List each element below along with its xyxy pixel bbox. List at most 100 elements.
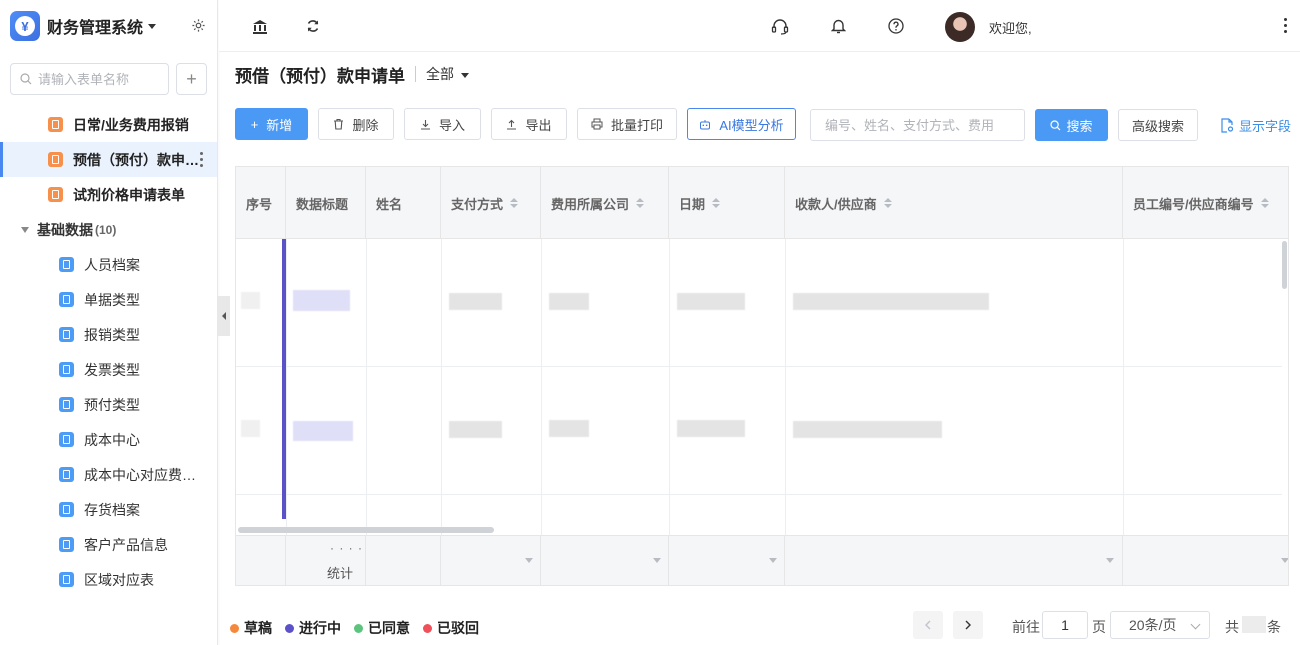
refresh-icon[interactable] — [304, 17, 322, 35]
redacted-cell — [793, 421, 942, 438]
bell-icon[interactable] — [829, 17, 847, 35]
form-search[interactable] — [10, 63, 169, 95]
search-button-label: 搜索 — [1066, 118, 1093, 134]
form-icon — [59, 327, 74, 342]
delete-button-label: 删除 — [352, 117, 379, 133]
caret-down-icon[interactable] — [1106, 558, 1114, 563]
show-fields-label: 显示字段 — [1239, 119, 1292, 134]
more-vertical-icon[interactable] — [1284, 18, 1288, 36]
bank-icon[interactable] — [251, 17, 269, 35]
sidebar-item-label: 预付类型 — [84, 396, 140, 413]
advanced-search-label: 高级搜索 — [1131, 118, 1184, 134]
help-icon[interactable] — [887, 17, 905, 35]
redacted-cell — [449, 293, 502, 310]
sidebar-item-label: 客户产品信息 — [84, 536, 168, 553]
more-vertical-icon[interactable] — [200, 152, 203, 170]
sidebar-item-label: 人员档案 — [84, 256, 140, 273]
sidebar-item-cost-center[interactable]: 成本中心 — [0, 422, 217, 457]
redacted-cell — [241, 292, 260, 309]
sidebar-item-reagent-price[interactable]: 试剂价格申请表单 — [0, 177, 217, 212]
sort-icon[interactable] — [636, 198, 645, 208]
search-button[interactable]: 搜索 — [1035, 109, 1108, 141]
sort-icon[interactable] — [1260, 198, 1269, 208]
form-icon — [59, 537, 74, 552]
page-header: 预借（预付）款申请单 全部 — [235, 62, 469, 86]
sidebar-item-advance-payment[interactable]: 预借（预付）款申请单 — [0, 142, 217, 177]
chevron-right-icon — [965, 620, 971, 630]
vertical-scrollbar[interactable] — [1282, 241, 1287, 289]
sidebar-item-customer-product[interactable]: 客户产品信息 — [0, 527, 217, 562]
form-icon — [59, 397, 74, 412]
top-bar: 欢迎您, — [219, 0, 1300, 52]
title-divider — [415, 66, 416, 82]
sidebar-item-invoice-type[interactable]: 发票类型 — [0, 352, 217, 387]
table-row[interactable] — [236, 367, 1282, 495]
sort-icon[interactable] — [510, 198, 519, 208]
record-search-input[interactable] — [810, 109, 1025, 141]
batch-print-button[interactable]: 批量打印 — [577, 108, 677, 140]
sidebar-group-basic-data[interactable]: 基础数据 (10) — [0, 212, 217, 247]
app-title: 财务管理系统 — [47, 20, 144, 37]
show-fields-link[interactable]: 显示字段 — [1220, 116, 1291, 135]
redacted-cell — [293, 421, 353, 441]
view-filter-select[interactable]: 全部 — [426, 64, 469, 84]
batch-print-button-label: 批量打印 — [610, 117, 663, 133]
table-row[interactable] — [236, 239, 1282, 367]
welcome-text: 欢迎您, — [989, 21, 1032, 36]
gear-icon[interactable] — [191, 18, 206, 33]
import-button[interactable]: 导入 — [404, 108, 481, 140]
advanced-search-button[interactable]: 高级搜索 — [1118, 109, 1198, 141]
new-button-label: 新增 — [266, 117, 293, 133]
next-page-button[interactable] — [953, 611, 983, 639]
sidebar-item-region-mapping[interactable]: 区域对应表 — [0, 562, 217, 597]
form-search-input[interactable] — [38, 71, 163, 87]
column-header-payment-method[interactable]: 支付方式 — [441, 167, 541, 239]
add-form-button[interactable]: + — [176, 63, 207, 95]
sidebar-item-label: 成本中心 — [84, 431, 140, 448]
app-switcher[interactable]: ¥ 财务管理系统 — [10, 10, 157, 42]
column-header-date[interactable]: 日期 — [669, 167, 785, 239]
sidebar-collapse-toggle[interactable] — [218, 296, 230, 336]
page-size-select[interactable]: 20条/页 — [1110, 611, 1210, 639]
redacted-cell — [293, 290, 350, 311]
redacted-cell — [549, 293, 589, 310]
sort-icon[interactable] — [883, 198, 892, 208]
sidebar-item-document-type[interactable]: 单据类型 — [0, 282, 217, 317]
prev-page-button[interactable] — [913, 611, 943, 639]
column-header-company[interactable]: 费用所属公司 — [541, 167, 669, 239]
sidebar-item-cost-center-mapping[interactable]: 成本中心对应费用科目 — [0, 457, 217, 492]
redacted-cell — [549, 420, 589, 437]
export-button-label: 导出 — [525, 117, 552, 133]
page-size-value: 20条/页 — [1129, 617, 1177, 633]
headset-icon[interactable] — [771, 17, 789, 35]
column-header-title: 数据标题 — [286, 167, 366, 239]
ai-analysis-button-label: AI模型分析 — [719, 117, 784, 133]
delete-button[interactable]: 删除 — [318, 108, 394, 140]
page-number-input[interactable] — [1042, 611, 1088, 639]
sidebar-item-reimbursement-type[interactable]: 报销类型 — [0, 317, 217, 352]
sidebar-item-prepay-type[interactable]: 预付类型 — [0, 387, 217, 422]
sort-icon[interactable] — [712, 198, 721, 208]
summary-more[interactable]: · · · · — [330, 541, 363, 555]
caret-down-icon[interactable] — [653, 558, 661, 563]
group-label: 基础数据 — [37, 221, 93, 238]
new-button[interactable]: + 新增 — [235, 108, 308, 140]
printer-icon — [591, 118, 603, 130]
status-indicator-in-progress — [282, 239, 286, 519]
total-suffix: 条 — [1267, 619, 1281, 635]
sidebar-item-label: 区域对应表 — [84, 571, 154, 588]
sidebar-item-personnel[interactable]: 人员档案 — [0, 247, 217, 282]
sidebar-item-expense-reimbursement[interactable]: 日常/业务费用报销 — [0, 107, 217, 142]
caret-down-icon[interactable] — [1281, 558, 1288, 563]
avatar[interactable] — [945, 12, 975, 42]
ai-analysis-button[interactable]: AI模型分析 — [687, 108, 796, 140]
column-header-employee-id[interactable]: 员工编号/供应商编号 — [1123, 167, 1288, 239]
sidebar-item-inventory[interactable]: 存货档案 — [0, 492, 217, 527]
export-button[interactable]: 导出 — [491, 108, 567, 140]
form-icon — [59, 292, 74, 307]
column-header-payee[interactable]: 收款人/供应商 — [785, 167, 1123, 239]
redacted-cell — [677, 420, 745, 437]
horizontal-scrollbar[interactable] — [238, 527, 494, 533]
caret-down-icon[interactable] — [769, 558, 777, 563]
caret-down-icon[interactable] — [525, 558, 533, 563]
